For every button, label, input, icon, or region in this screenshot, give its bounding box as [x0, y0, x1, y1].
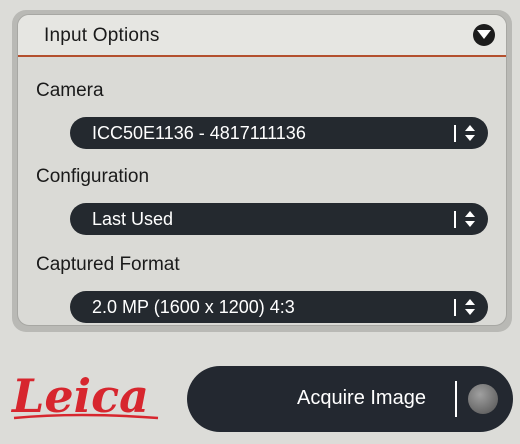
captured-format-label: Captured Format: [36, 254, 180, 275]
app-root: Input Options Camera ICC50E1136 - 481711…: [0, 0, 520, 444]
panel-title: Input Options: [44, 25, 160, 46]
up-down-arrows-icon: [465, 211, 475, 227]
chevron-down-icon: [477, 30, 491, 39]
camera-select[interactable]: ICC50E1136 - 4817111136: [70, 117, 488, 149]
status-indicator-icon: [468, 384, 498, 414]
camera-select-value: ICC50E1136 - 4817111136: [92, 123, 306, 143]
captured-format-select[interactable]: 2.0 MP (1600 x 1200) 4:3: [70, 291, 488, 323]
leica-logo: Leica: [10, 369, 159, 423]
acquire-divider: [455, 381, 457, 417]
panel-header[interactable]: Input Options: [18, 15, 506, 57]
select-divider: [454, 125, 456, 142]
collapse-button[interactable]: [473, 24, 495, 46]
captured-format-select-value: 2.0 MP (1600 x 1200) 4:3: [92, 297, 295, 317]
input-options-panel: Input Options Camera ICC50E1136 - 481711…: [17, 14, 507, 326]
up-down-arrows-icon: [465, 125, 475, 141]
configuration-select[interactable]: Last Used: [70, 203, 488, 235]
up-down-arrows-icon: [465, 299, 475, 315]
configuration-select-value: Last Used: [92, 209, 174, 229]
select-divider: [454, 299, 456, 316]
acquire-image-button[interactable]: Acquire Image: [187, 366, 513, 432]
camera-label: Camera: [36, 80, 104, 101]
select-divider: [454, 211, 456, 228]
acquire-image-label: Acquire Image: [297, 387, 426, 409]
configuration-label: Configuration: [36, 166, 150, 187]
